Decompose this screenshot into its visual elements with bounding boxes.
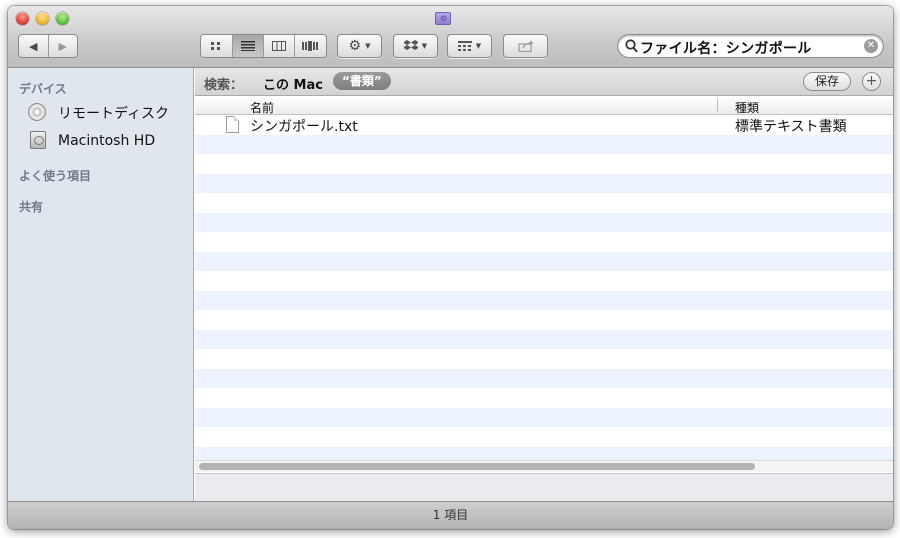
close-button[interactable] bbox=[16, 12, 29, 25]
column-view-button[interactable] bbox=[264, 35, 295, 57]
chevron-left-icon: ◀ bbox=[29, 39, 38, 53]
search-input[interactable]: ファイル名：シンガポール bbox=[640, 38, 812, 58]
empty-row bbox=[195, 154, 893, 174]
empty-row bbox=[195, 251, 893, 271]
hard-drive-icon bbox=[30, 131, 46, 149]
arrange-icon bbox=[457, 41, 472, 51]
list-icon bbox=[240, 41, 255, 51]
column-header-name[interactable]: 名前 bbox=[250, 99, 274, 116]
sidebar-item-label: リモートディスク bbox=[58, 106, 170, 122]
dropbox-button[interactable]: ▼ bbox=[393, 34, 438, 58]
sidebar-header-shared[interactable]: 共有 bbox=[19, 198, 43, 215]
file-name: シンガポール.txt bbox=[250, 119, 358, 135]
share-icon bbox=[517, 40, 533, 52]
chevron-right-icon: ▶ bbox=[58, 39, 67, 53]
search-scope-label: 検索： bbox=[204, 78, 244, 93]
status-bar: 1 項目 bbox=[8, 501, 893, 529]
sidebar-item-remote-disc[interactable]: リモートディスク bbox=[28, 102, 169, 124]
share-button[interactable] bbox=[503, 34, 548, 58]
file-kind: 標準テキスト書類 bbox=[735, 119, 847, 135]
empty-row bbox=[195, 193, 893, 213]
text-file-icon bbox=[226, 116, 239, 133]
action-button[interactable]: ⚙ ▼ bbox=[337, 34, 382, 58]
gear-icon: ⚙ bbox=[348, 38, 362, 54]
icon-view-button[interactable] bbox=[201, 35, 233, 57]
title-bar: ⚙ ◀ ▶ ⚙ ▼ ▼ ▼ ファイル名：シンガポール ✕ bbox=[8, 6, 893, 68]
scrollbar-thumb[interactable] bbox=[199, 463, 755, 470]
horizontal-scrollbar[interactable] bbox=[195, 460, 893, 472]
empty-row bbox=[195, 134, 893, 154]
chevron-down-icon: ▼ bbox=[475, 42, 482, 50]
search-scope-bar: 検索： この Mac “書類” 保存 + bbox=[195, 68, 893, 96]
sidebar-header-favorites[interactable]: よく使う項目 bbox=[19, 167, 91, 184]
sidebar-header-devices: デバイス bbox=[19, 82, 67, 96]
empty-row bbox=[195, 232, 893, 252]
empty-row bbox=[195, 427, 893, 447]
add-criteria-button[interactable]: + bbox=[862, 72, 881, 91]
sidebar-item-label: Macintosh HD bbox=[58, 133, 156, 149]
empty-row bbox=[195, 329, 893, 349]
file-list: シンガポール.txt 標準テキスト書類 bbox=[195, 115, 893, 460]
minimize-button[interactable] bbox=[36, 12, 49, 25]
empty-row bbox=[195, 271, 893, 291]
empty-row bbox=[195, 173, 893, 193]
dropbox-icon bbox=[403, 40, 418, 50]
empty-row bbox=[195, 290, 893, 310]
list-footer-area bbox=[195, 473, 893, 501]
search-field[interactable]: ファイル名：シンガポール ✕ bbox=[617, 34, 884, 58]
empty-row bbox=[195, 212, 893, 232]
finder-window: ⚙ ◀ ▶ ⚙ ▼ ▼ ▼ ファイル名：シンガポール ✕ デバイス リモートディ… bbox=[8, 6, 893, 529]
coverflow-view-button[interactable] bbox=[294, 35, 326, 57]
chevron-down-icon: ▼ bbox=[421, 42, 428, 50]
nav-buttons: ◀ ▶ bbox=[18, 34, 78, 58]
column-divider[interactable] bbox=[717, 99, 718, 112]
empty-row bbox=[195, 407, 893, 427]
view-mode-control bbox=[200, 34, 327, 58]
scope-this-mac[interactable]: この Mac bbox=[263, 74, 323, 93]
save-search-button[interactable]: 保存 bbox=[803, 72, 851, 91]
empty-row bbox=[195, 368, 893, 388]
search-icon bbox=[625, 39, 638, 53]
coverflow-icon bbox=[302, 41, 319, 51]
empty-row bbox=[195, 310, 893, 330]
column-header-kind[interactable]: 種類 bbox=[735, 99, 759, 116]
forward-button[interactable]: ▶ bbox=[48, 35, 77, 57]
arrange-button[interactable]: ▼ bbox=[447, 34, 492, 58]
empty-row bbox=[195, 349, 893, 369]
scope-documents[interactable]: “書類” bbox=[333, 72, 391, 90]
optical-disc-icon bbox=[28, 103, 46, 121]
columns-icon bbox=[271, 41, 286, 51]
clear-icon[interactable]: ✕ bbox=[864, 39, 878, 53]
grid-icon bbox=[211, 42, 221, 50]
item-count: 1 項目 bbox=[432, 508, 469, 522]
empty-row bbox=[195, 446, 893, 460]
file-row[interactable]: シンガポール.txt 標準テキスト書類 bbox=[195, 115, 893, 135]
sidebar: デバイス リモートディスク Macintosh HD よく使う項目 共有 bbox=[8, 68, 194, 501]
chevron-down-icon: ▼ bbox=[365, 42, 371, 50]
list-view-button[interactable] bbox=[232, 35, 264, 57]
smart-folder-icon: ⚙ bbox=[435, 12, 451, 25]
back-button[interactable]: ◀ bbox=[19, 35, 49, 57]
empty-row bbox=[195, 388, 893, 408]
zoom-button[interactable] bbox=[56, 12, 69, 25]
sidebar-item-macintosh-hd[interactable]: Macintosh HD bbox=[28, 130, 155, 152]
column-header: 名前 種類 bbox=[195, 97, 893, 115]
